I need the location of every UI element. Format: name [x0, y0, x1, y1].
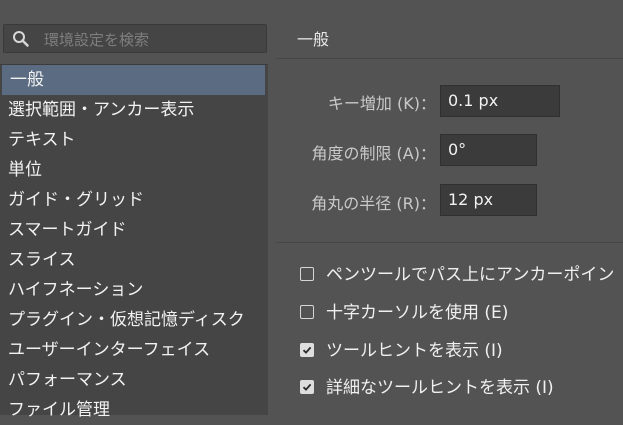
- fields-divider: [276, 242, 623, 243]
- category-item-file-handling[interactable]: ファイル管理: [0, 395, 266, 425]
- checkmark-icon: [302, 346, 312, 354]
- search-icon: [12, 30, 30, 48]
- category-list: 一般 選択範囲・アンカー表示 テキスト 単位 ガイド・グリッド スマートガイド …: [0, 64, 268, 420]
- category-item-text[interactable]: テキスト: [0, 125, 266, 155]
- corner-radius-label: 角丸の半径 (R)：: [311, 194, 436, 213]
- category-item-performance[interactable]: パフォーマンス: [0, 365, 266, 395]
- category-item-smart-guides[interactable]: スマートガイド: [0, 215, 266, 245]
- precise-cursors-checkbox[interactable]: [300, 305, 314, 319]
- rich-tool-tips-label: 詳細なツールヒントを表示 (I): [326, 378, 554, 398]
- constrain-angle-label: 角度の制限 (A)：: [311, 144, 436, 163]
- constrain-angle-input[interactable]: 0°: [440, 134, 537, 166]
- pen-anchor-label: ペンツールでパス上にアンカーポイン: [326, 265, 615, 285]
- category-item-slices[interactable]: スライス: [0, 245, 266, 275]
- search-field[interactable]: 環境設定を検索: [3, 24, 267, 53]
- section-title: 一般: [297, 30, 330, 49]
- category-item-plugins-scratch[interactable]: プラグイン・仮想記憶ディスク: [0, 305, 266, 335]
- category-item-selection-anchor[interactable]: 選択範囲・アンカー表示: [0, 95, 266, 125]
- pen-anchor-checkbox[interactable]: [300, 267, 314, 281]
- category-item-general[interactable]: 一般: [2, 65, 265, 95]
- category-item-hyphenation[interactable]: ハイフネーション: [0, 275, 266, 305]
- corner-radius-input[interactable]: 12 px: [440, 184, 537, 216]
- search-placeholder: 環境設定を検索: [44, 31, 150, 49]
- panel-divider: [268, 0, 276, 414]
- keyboard-increment-input[interactable]: 0.1 px: [440, 85, 560, 117]
- keyboard-increment-label: キー増加 (K)：: [327, 94, 436, 113]
- tool-tips-checkbox[interactable]: [300, 343, 314, 357]
- checkmark-icon: [302, 383, 312, 391]
- section-divider: [276, 58, 623, 59]
- category-item-guides-grid[interactable]: ガイド・グリッド: [0, 185, 266, 215]
- general-settings-panel: 一般 キー増加 (K)： 0.1 px 角度の制限 (A)： 0° 角丸の半径 …: [276, 0, 623, 414]
- rich-tool-tips-checkbox[interactable]: [300, 380, 314, 394]
- category-item-user-interface[interactable]: ユーザーインターフェイス: [0, 335, 266, 365]
- category-item-units[interactable]: 単位: [0, 155, 266, 185]
- precise-cursors-label: 十字カーソルを使用 (E): [326, 303, 509, 323]
- tool-tips-label: ツールヒントを表示 (I): [326, 341, 503, 361]
- preferences-sidebar: 環境設定を検索 一般 選択範囲・アンカー表示 テキスト 単位 ガイド・グリッド …: [0, 0, 276, 420]
